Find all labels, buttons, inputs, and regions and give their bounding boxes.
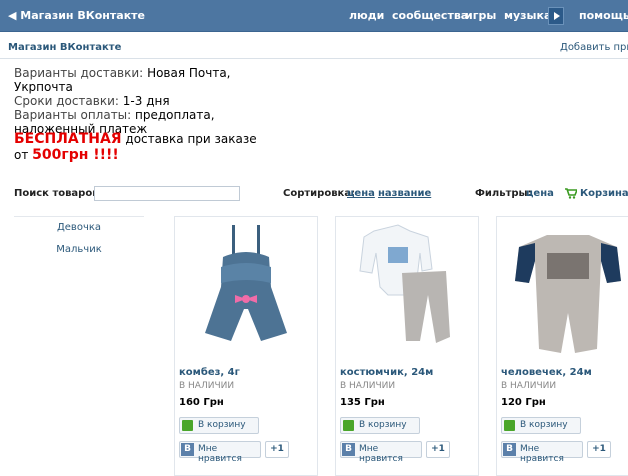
product-card: костюмчик, 24м В НАЛИЧИИ 135 Грн В корзи… [335, 216, 479, 476]
promo-amount: 500грн !!!! [32, 147, 119, 163]
payment-label: Варианты оплаты: [14, 108, 132, 122]
add-to-cart-button[interactable]: В корзину [340, 417, 420, 434]
nav-games[interactable]: игры [465, 9, 496, 22]
like-button-label: Мне нравится [359, 444, 403, 464]
product-name[interactable]: костюмчик, 24м [340, 367, 433, 378]
sort-price-link[interactable]: цена [347, 188, 375, 199]
filters-label: Фильтры: [475, 188, 532, 199]
nav-help[interactable]: помощь [579, 9, 628, 22]
sort-label: Сортировка: [283, 188, 356, 199]
cart-icon [504, 420, 515, 431]
cart-button-label: В корзину [359, 420, 407, 430]
vk-logo-icon: B [181, 443, 194, 456]
app-title[interactable]: Магазин ВКонтакте [8, 42, 121, 53]
search-label: Поиск товаров: [14, 188, 103, 199]
back-label: Магазин ВКонтакте [20, 9, 145, 22]
top-bar: ◀ Магазин ВКонтакте люди сообщества игры… [0, 0, 628, 32]
rockstar-romper-image[interactable] [497, 217, 628, 357]
like-button-label: Мне нравится [198, 444, 242, 464]
nav-people[interactable]: люди [349, 9, 384, 22]
cart-icon [343, 420, 354, 431]
cart-link[interactable]: Корзина [580, 188, 628, 199]
promo-free: БЕСПЛАТНАЯ [14, 131, 122, 147]
cart-icon[interactable] [565, 188, 577, 199]
vk-logo-icon: B [503, 443, 516, 456]
cart-icon [182, 420, 193, 431]
search-input[interactable] [94, 186, 240, 201]
like-count: +1 [426, 441, 450, 458]
denim-romper-image[interactable] [175, 217, 317, 357]
like-button[interactable]: B Мне нравится [179, 441, 261, 464]
app-header: Магазин ВКонтакте Добавить прилож [0, 38, 628, 59]
cart-button-label: В корзину [520, 420, 568, 430]
like-button[interactable]: B Мне нравится [501, 441, 583, 464]
category-girl[interactable]: Девочка [14, 217, 144, 239]
promo-text-1: доставка при заказе [121, 132, 257, 146]
promo-from: от [14, 148, 33, 162]
product-name[interactable]: человечек, 24м [501, 367, 592, 378]
play-icon[interactable] [548, 7, 564, 25]
category-list: Девочка Мальчик [14, 216, 144, 261]
nav-music[interactable]: музыка [504, 9, 551, 22]
terms-label: Сроки доставки: [14, 94, 119, 108]
add-to-cart-button[interactable]: В корзину [179, 417, 259, 434]
vk-logo-icon: B [342, 443, 355, 456]
product-price: 160 Грн [179, 397, 224, 408]
bodysuit-pants-image[interactable] [336, 217, 478, 357]
promo-text: БЕСПЛАТНАЯ доставка при заказе от 500грн… [14, 131, 257, 163]
add-to-cart-button[interactable]: В корзину [501, 417, 581, 434]
add-app-link[interactable]: Добавить прилож [560, 42, 628, 53]
filter-price-link[interactable]: цена [526, 188, 554, 199]
product-name[interactable]: комбез, 4г [179, 367, 240, 378]
like-count: +1 [265, 441, 289, 458]
stock-status: В НАЛИЧИИ [340, 381, 396, 391]
like-button-label: Мне нравится [520, 444, 564, 464]
back-link[interactable]: ◀ Магазин ВКонтакте [8, 9, 145, 22]
cart-button-label: В корзину [198, 420, 246, 430]
stock-status: В НАЛИЧИИ [501, 381, 557, 391]
product-price: 120 Грн [501, 397, 546, 408]
sort-name-link[interactable]: название [378, 188, 431, 199]
nav-communities[interactable]: сообщества [392, 9, 468, 22]
like-button[interactable]: B Мне нравится [340, 441, 422, 464]
category-boy[interactable]: Мальчик [14, 239, 144, 261]
like-count: +1 [587, 441, 611, 458]
shop-info: Варианты доставки: Новая Почта, Укрпочта… [14, 66, 274, 136]
terms-value: 1-3 дня [122, 94, 170, 108]
stock-status: В НАЛИЧИИ [179, 381, 235, 391]
product-card: комбез, 4г В НАЛИЧИИ 160 Грн В корзину B… [174, 216, 318, 476]
product-card: человечек, 24м В НАЛИЧИИ 120 Грн В корзи… [496, 216, 628, 476]
delivery-label: Варианты доставки: [14, 66, 144, 80]
product-price: 135 Грн [340, 397, 385, 408]
